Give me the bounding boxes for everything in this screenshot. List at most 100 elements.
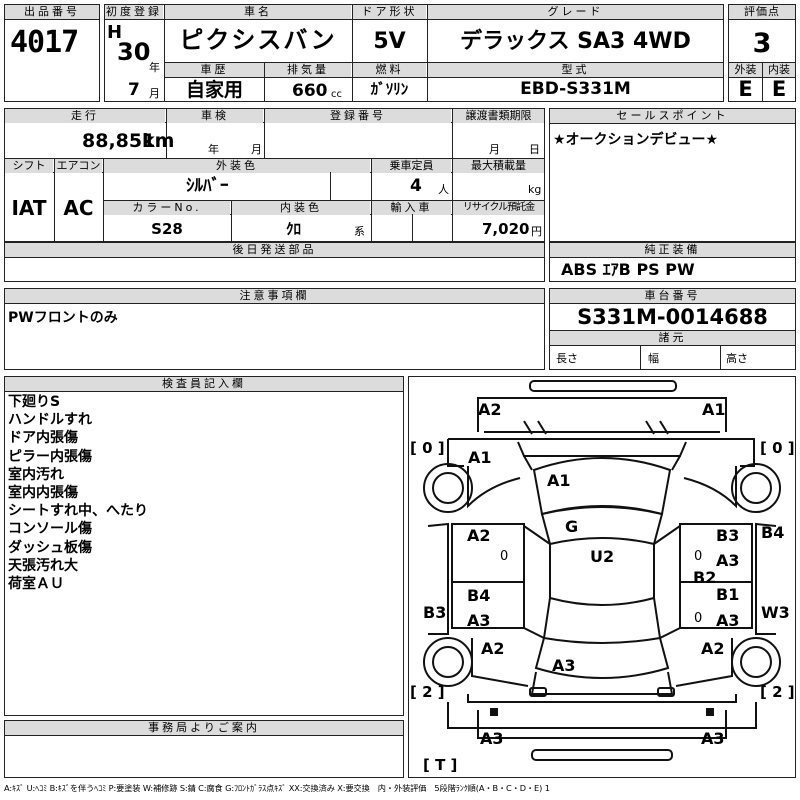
mark-rear-bumper-left: A3 bbox=[480, 729, 504, 748]
mark-left-fender: A1 bbox=[468, 448, 492, 467]
intcolor-header: 内装色 bbox=[232, 201, 370, 215]
transfer-header: 譲渡書類期限 bbox=[453, 109, 544, 123]
mark-left-rear-door-a3: A3 bbox=[467, 611, 491, 630]
car-outline-diagram bbox=[423, 380, 781, 761]
dims-header: 諸元 bbox=[550, 331, 795, 345]
year-number: 30 bbox=[117, 38, 151, 66]
aircon-value: AC bbox=[63, 196, 94, 220]
inspection-header: 車検 bbox=[167, 109, 263, 123]
chassis-header: 車台番号 bbox=[550, 289, 795, 303]
car-name-header: 車名 bbox=[165, 5, 351, 19]
model-header: 型式 bbox=[428, 63, 723, 77]
capacity-value: 4 bbox=[410, 176, 422, 196]
sales-point-text: ★オークションデビュー★ bbox=[553, 132, 719, 148]
inspector-header: 検査員記入欄 bbox=[5, 377, 403, 391]
width-label: 幅 bbox=[648, 352, 659, 365]
note-line: 荷室ＡＵ bbox=[8, 576, 64, 593]
month-number: 7 bbox=[128, 80, 140, 100]
transfer-day-unit: 日 bbox=[529, 143, 540, 156]
intcolor-value: ｸﾛ bbox=[286, 220, 302, 238]
tire-tread-front-right: [ 0 ] bbox=[760, 439, 795, 457]
colorno-value: S28 bbox=[151, 220, 183, 238]
spare-tire: [ T ] bbox=[423, 756, 458, 774]
intcolor-suffix: 系 bbox=[354, 225, 365, 238]
equip-value: ABS ｴｱB PS PW bbox=[561, 260, 695, 279]
ext-value: E bbox=[738, 77, 753, 101]
int-value: E bbox=[771, 77, 787, 101]
mark-left-front-door: A2 bbox=[467, 526, 491, 545]
mark-right-side-top: B4 bbox=[761, 523, 785, 542]
color-value: ｼﾙﾊﾞｰ bbox=[186, 176, 229, 196]
month-unit: 月 bbox=[149, 87, 160, 100]
mark-hood: A1 bbox=[547, 471, 571, 490]
aircon-header: エアコン bbox=[55, 159, 102, 173]
mark-right-front-door-zero: 0 bbox=[694, 549, 703, 564]
grade-value: デラックス SA3 4WD bbox=[460, 29, 691, 54]
mark-right-pillar: B2 bbox=[693, 568, 717, 587]
legend-text: A:ｷｽﾞ U:ﾍｺﾐ B:ｷｽﾞを伴うﾍｺﾐ P:要塗装 W:補修跡 S:錆 … bbox=[4, 783, 550, 793]
mark-rear-bumper-right: A3 bbox=[701, 729, 725, 748]
door-header: ドア形状 bbox=[353, 5, 426, 19]
details-box bbox=[4, 108, 545, 242]
later-parts-header: 後日発送部品 bbox=[5, 243, 544, 257]
note-line: 天張汚れ大 bbox=[8, 557, 78, 574]
note-line: 室内汚れ bbox=[8, 466, 64, 483]
transfer-month-unit: 月 bbox=[489, 143, 500, 156]
tire-tread-rear-right: [ 2 ] bbox=[760, 683, 795, 701]
mark-right-front-door-b3: B3 bbox=[716, 526, 740, 545]
lot-header: 出品番号 bbox=[5, 5, 99, 19]
mileage-unit: km bbox=[142, 130, 175, 152]
note-line: ダッシュ板傷 bbox=[8, 539, 92, 556]
load-header: 最大積載量 bbox=[453, 159, 544, 173]
mark-right-rear-door-b1: B1 bbox=[716, 585, 740, 604]
recycle-value: 7,020 bbox=[482, 220, 530, 238]
first-reg-header: 初度登録 bbox=[105, 5, 163, 19]
caution-header: 注意事項欄 bbox=[5, 289, 544, 303]
lot-number: 4017 bbox=[10, 25, 79, 60]
year-unit: 年 bbox=[149, 61, 160, 74]
mark-roof: U2 bbox=[590, 547, 615, 566]
history-header: 車歴 bbox=[165, 63, 264, 77]
colorno-header: カラーNo. bbox=[104, 201, 230, 215]
office-header: 事務局よりご案内 bbox=[5, 721, 403, 735]
regno-header: 登録番号 bbox=[265, 109, 451, 123]
score-value: 3 bbox=[752, 28, 772, 59]
capacity-unit: 人 bbox=[438, 183, 449, 196]
model-value: EBD-S331M bbox=[520, 79, 631, 99]
note-line: ハンドルすれ bbox=[8, 412, 92, 429]
note-line: 室内内張傷 bbox=[8, 485, 78, 502]
mark-front-bumper-left: A2 bbox=[478, 400, 502, 419]
door-value: 5V bbox=[373, 29, 406, 54]
mark-left-quarter: A2 bbox=[481, 639, 505, 658]
mark-left-front-door-zero: 0 bbox=[500, 549, 509, 564]
equip-header: 純正装備 bbox=[550, 243, 795, 257]
mark-right-rear-door-zero: 0 bbox=[694, 611, 703, 626]
tire-tread-rear-left: [ 2 ] bbox=[410, 683, 445, 701]
recycle-header: リサイクル預託金 bbox=[453, 201, 544, 215]
caution-text: PWフロントのみ bbox=[8, 310, 118, 326]
displacement-unit: cc bbox=[331, 89, 342, 100]
int-header: 内装 bbox=[763, 63, 795, 77]
note-line: 下廻りS bbox=[8, 394, 61, 410]
displacement-value: 660 bbox=[292, 81, 328, 101]
inspection-month-unit: 月 bbox=[251, 143, 262, 156]
length-label: 長さ bbox=[556, 352, 578, 365]
mark-rear-glass: A3 bbox=[552, 656, 576, 675]
height-label: 高さ bbox=[726, 352, 748, 365]
inspector-notes: 下廻りS ハンドルすれ ドア内張傷 ピラー内張傷 室内汚れ 室内内張傷 シートす… bbox=[8, 393, 398, 593]
fuel-header: 燃料 bbox=[353, 63, 426, 77]
mark-right-rear-door-a3: A3 bbox=[716, 611, 740, 630]
capacity-header: 乗車定員 bbox=[372, 159, 451, 173]
mark-left-side-panel: B3 bbox=[423, 603, 447, 622]
fuel-value: ｶﾞｿﾘﾝ bbox=[370, 80, 409, 98]
note-line: シートすれ中、へたり bbox=[8, 503, 148, 520]
score-header: 評価点 bbox=[729, 5, 795, 19]
sales-point-box bbox=[549, 108, 796, 242]
mileage-header: 走行 bbox=[5, 109, 165, 123]
sales-point-header: セールスポイント bbox=[550, 109, 795, 123]
displacement-header: 排気量 bbox=[265, 63, 351, 77]
mark-left-rear-door-b4: B4 bbox=[467, 586, 491, 605]
ext-header: 外装 bbox=[729, 63, 762, 77]
recycle-unit: 円 bbox=[531, 225, 542, 238]
car-name: ピクシスバン bbox=[179, 26, 337, 54]
